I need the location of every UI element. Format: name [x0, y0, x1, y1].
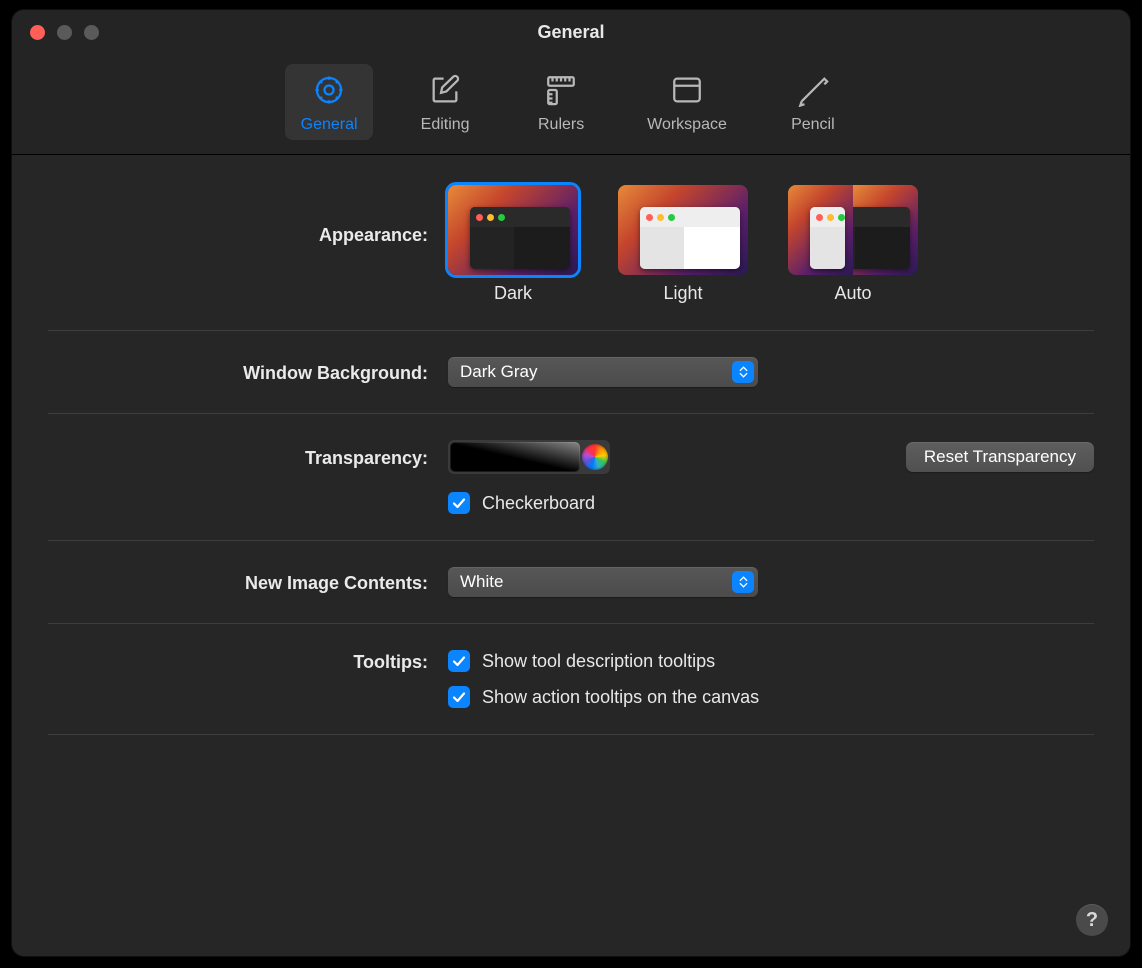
- divider: [48, 623, 1094, 624]
- appearance-label: Appearance:: [48, 185, 428, 246]
- divider: [48, 330, 1094, 331]
- minimize-window-button[interactable]: [57, 25, 72, 40]
- close-window-button[interactable]: [30, 25, 45, 40]
- window-controls: [30, 25, 99, 40]
- new-image-contents-popup[interactable]: White: [448, 567, 758, 597]
- window-background-popup[interactable]: Dark Gray: [448, 357, 758, 387]
- show-action-tooltips-checkbox[interactable]: [448, 686, 470, 708]
- appearance-option-dark[interactable]: Dark: [448, 185, 578, 304]
- tab-general[interactable]: General: [285, 64, 373, 140]
- new-image-contents-label: New Image Contents:: [48, 571, 428, 594]
- transparency-gradient-well[interactable]: [450, 442, 580, 472]
- tab-label: Pencil: [791, 116, 835, 134]
- divider: [48, 734, 1094, 735]
- appearance-options: Dark Light: [448, 185, 1094, 304]
- prefs-toolbar: General Editing Rulers: [12, 54, 1130, 155]
- tab-workspace[interactable]: Workspace: [633, 64, 741, 140]
- popup-value: White: [460, 572, 503, 592]
- show-tool-description-checkbox[interactable]: [448, 650, 470, 672]
- divider: [48, 413, 1094, 414]
- gear-icon: [311, 72, 347, 108]
- zoom-window-button[interactable]: [84, 25, 99, 40]
- divider: [48, 540, 1094, 541]
- appearance-option-auto[interactable]: Auto: [788, 185, 918, 304]
- tab-rulers[interactable]: Rulers: [517, 64, 605, 140]
- appearance-caption: Auto: [834, 283, 871, 304]
- checkerboard-checkbox[interactable]: [448, 492, 470, 514]
- prefs-content: Appearance: Dark: [12, 155, 1130, 956]
- checkerboard-label: Checkerboard: [482, 493, 595, 514]
- appearance-option-light[interactable]: Light: [618, 185, 748, 304]
- chevron-updown-icon: [732, 361, 754, 383]
- preferences-window: General General Editing: [12, 10, 1130, 956]
- window-background-label: Window Background:: [48, 361, 428, 384]
- appearance-thumb-light: [618, 185, 748, 275]
- transparency-label: Transparency:: [48, 446, 428, 469]
- help-button[interactable]: ?: [1076, 904, 1108, 936]
- chevron-updown-icon: [732, 571, 754, 593]
- color-picker-icon[interactable]: [582, 444, 608, 470]
- tab-label: Rulers: [538, 116, 584, 134]
- tab-pencil[interactable]: Pencil: [769, 64, 857, 140]
- tab-label: Workspace: [647, 116, 727, 134]
- appearance-thumb-auto: [788, 185, 918, 275]
- window-icon: [669, 72, 705, 108]
- ruler-icon: [543, 72, 579, 108]
- tab-editing[interactable]: Editing: [401, 64, 489, 140]
- tooltip-checkbox-label: Show tool description tooltips: [482, 651, 715, 672]
- edit-square-icon: [427, 72, 463, 108]
- window-title: General: [12, 22, 1130, 43]
- appearance-caption: Light: [663, 283, 702, 304]
- tab-label: Editing: [421, 116, 470, 134]
- appearance-caption: Dark: [494, 283, 532, 304]
- titlebar: General: [12, 10, 1130, 54]
- pencil-icon: [795, 72, 831, 108]
- appearance-thumb-dark: [448, 185, 578, 275]
- tab-label: General: [301, 116, 358, 134]
- reset-transparency-button[interactable]: Reset Transparency: [906, 442, 1094, 472]
- tooltips-label: Tooltips:: [48, 650, 428, 673]
- question-mark-icon: ?: [1086, 909, 1098, 932]
- popup-value: Dark Gray: [460, 362, 537, 382]
- tooltip-checkbox-label: Show action tooltips on the canvas: [482, 687, 759, 708]
